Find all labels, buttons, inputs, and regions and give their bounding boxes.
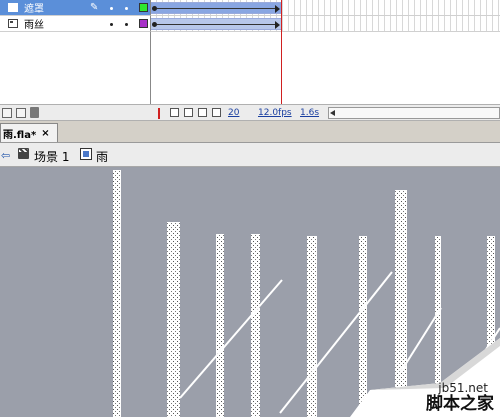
document-tab[interactable]: 雨.fla* × [0, 123, 58, 142]
mask-strip [307, 236, 317, 417]
outline-color-swatch[interactable] [139, 19, 148, 28]
tween-span[interactable] [151, 2, 281, 14]
layer-row-rain[interactable]: 雨丝 [0, 16, 500, 32]
layer-header[interactable]: 雨丝 [0, 16, 150, 32]
new-layer-icon[interactable] [2, 108, 12, 118]
close-icon[interactable]: × [41, 128, 49, 139]
tween-line [157, 8, 275, 9]
layer-name[interactable]: 雨丝 [24, 16, 44, 31]
trash-icon[interactable] [30, 107, 39, 118]
mask-strip [167, 222, 180, 417]
new-folder-icon[interactable] [16, 108, 26, 118]
document-tab-title: 雨.fla* [3, 129, 37, 141]
elapsed-time: 1.6s [300, 108, 320, 118]
modify-markers-icon[interactable] [212, 108, 221, 117]
tween-line [157, 24, 275, 25]
rain-line [179, 279, 283, 399]
mask-strip [251, 234, 260, 417]
stage-canvas[interactable]: jb51.net 脚本之家 [0, 168, 500, 417]
breadcrumb-scene[interactable]: 场景 1 [34, 148, 69, 165]
layer-row-mask[interactable]: 遮罩 ✎ [0, 0, 500, 16]
tween-arrow [275, 5, 280, 13]
graphic-symbol-icon [80, 148, 92, 160]
lock-toggle[interactable] [125, 7, 128, 10]
breadcrumb-symbol[interactable]: 雨 [96, 148, 108, 165]
pencil-icon: ✎ [90, 2, 99, 13]
edit-multiple-icon[interactable] [198, 108, 207, 117]
flash-editor-window: 遮罩 ✎ 雨丝 20 12.0fps 1.6s 雨.fla* × ⇦ 场景 1 … [0, 0, 500, 417]
watermark-name: 脚本之家 [426, 394, 494, 414]
scene-icon [18, 148, 29, 159]
timeline-panel: 遮罩 ✎ 雨丝 20 12.0fps 1.6s [0, 0, 500, 121]
onion-outline-icon[interactable] [184, 108, 193, 117]
tween-arrow [275, 21, 280, 29]
timeline-empty-area[interactable] [150, 32, 500, 104]
watermark: jb51.net 脚本之家 [360, 361, 500, 417]
frame-rate[interactable]: 12.0fps [258, 108, 292, 118]
timeline-status-bar: 20 12.0fps 1.6s [0, 104, 500, 121]
back-arrow-icon[interactable]: ⇦ [1, 149, 10, 162]
mask-strip [113, 170, 121, 417]
scroll-left-icon[interactable] [330, 110, 335, 116]
layer-icon [8, 19, 18, 28]
tween-span[interactable] [151, 18, 281, 30]
mask-strip [216, 234, 224, 417]
onion-skin-icon[interactable] [170, 108, 179, 117]
visibility-toggle[interactable] [110, 23, 113, 26]
outline-color-swatch[interactable] [139, 3, 148, 12]
lock-toggle[interactable] [125, 23, 128, 26]
layer-name[interactable]: 遮罩 [24, 0, 44, 15]
center-frame-marker[interactable] [158, 108, 160, 119]
playhead[interactable] [281, 0, 282, 120]
edit-bar: ⇦ 场景 1 雨 [0, 143, 500, 167]
layer-icon [8, 3, 18, 12]
document-tab-strip: 雨.fla* × [0, 121, 500, 143]
timeline-scrollbar[interactable] [328, 107, 500, 119]
layer-header[interactable]: 遮罩 ✎ [0, 0, 150, 16]
current-frame[interactable]: 20 [228, 108, 239, 118]
visibility-toggle[interactable] [110, 7, 113, 10]
